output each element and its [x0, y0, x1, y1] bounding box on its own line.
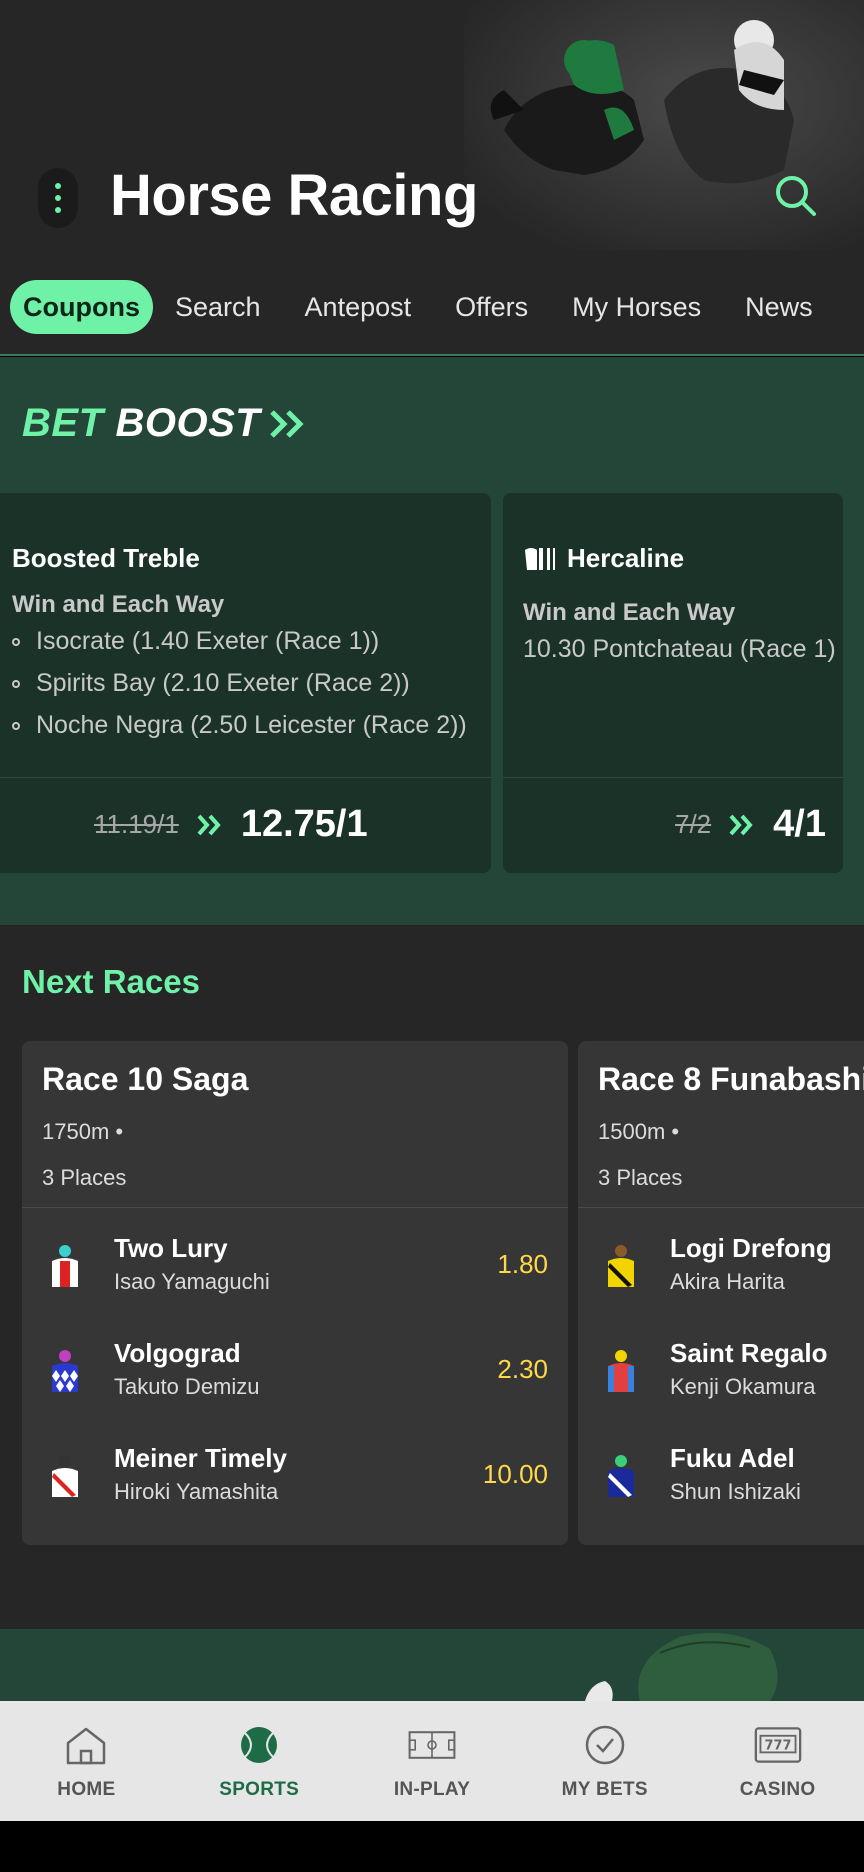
race-places: 3 Places — [42, 1165, 127, 1190]
double-chevron-icon — [197, 814, 221, 835]
slot-machine-icon: 777 — [754, 1727, 801, 1763]
jockey-silk-icon — [608, 1350, 634, 1392]
selection-line: Spirits Bay (2.10 Exeter (Race 2)) — [12, 669, 410, 698]
search-icon[interactable] — [772, 172, 820, 220]
boost-card[interactable]: Hercaline Win and Each Way 10.30 Pontcha… — [503, 493, 843, 873]
jockey-silk-icon — [52, 1455, 78, 1497]
jockey-name: Hiroki Yamashita — [114, 1479, 279, 1504]
jockey-silk-icon — [608, 1455, 634, 1497]
jockey-silk-icon — [52, 1245, 78, 1287]
double-chevron-icon — [270, 409, 304, 438]
race-name: Race 10 Saga — [42, 1061, 249, 1097]
race-name: Race 8 Funabashi — [598, 1061, 864, 1097]
horse-name: Meiner Timely — [114, 1443, 287, 1473]
svg-text:777: 777 — [764, 1739, 791, 1754]
nav-home[interactable]: HOME — [0, 1701, 173, 1821]
bet-boost-section: BET BOOST Boosted Treble Win and Each Wa… — [0, 357, 864, 925]
jockey-silk-icon — [52, 1350, 78, 1392]
promo-banner[interactable] — [0, 1629, 864, 1701]
tab-offers[interactable]: Offers — [433, 280, 550, 334]
horse-name: Saint Regalo — [670, 1338, 828, 1368]
old-price: 11.19/1 — [94, 809, 179, 839]
pitch-icon — [408, 1731, 456, 1759]
bet-boost-title: BET BOOST — [22, 401, 310, 446]
next-races-section: Next Races Race 10 Saga 1750m • 3 Places… — [0, 925, 864, 1629]
tab-my-horses[interactable]: My Horses — [550, 280, 723, 334]
divider — [0, 354, 864, 356]
boost-card[interactable]: Boosted Treble Win and Each Way Isocrate… — [0, 493, 491, 873]
jockey-name: Akira Harita — [670, 1269, 785, 1294]
race-places: 3 Places — [598, 1165, 683, 1190]
old-price: 7/2 — [675, 809, 712, 839]
tab-news[interactable]: News — [723, 280, 835, 334]
boost-price-button[interactable]: 11.19/1 12.75/1 — [94, 803, 368, 846]
page-title: Horse Racing — [110, 163, 478, 228]
double-chevron-icon — [729, 814, 753, 835]
tennis-ball-icon — [241, 1727, 278, 1763]
race-distance: 1750m • — [42, 1119, 124, 1144]
bottom-navigation: HOME SPORTS IN-PLAY MY BETS 777 CASINO — [0, 1701, 864, 1821]
nav-casino[interactable]: 777 CASINO — [691, 1701, 864, 1821]
boost-price-button[interactable]: 7/2 4/1 — [675, 803, 826, 846]
tab-coupons[interactable]: Coupons — [10, 280, 153, 334]
runner-row[interactable]: Fuku Adel Shun Ishizaki — [578, 1439, 864, 1519]
runner-row[interactable]: Volgograd Takuto Demizu 2.30 — [22, 1334, 568, 1414]
boosted-price: 4/1 — [773, 803, 826, 845]
selection-line: 10.30 Pontchateau (Race 1) — [523, 635, 836, 663]
jockey-name: Isao Yamaguchi — [114, 1269, 270, 1294]
boost-card-title: Hercaline — [523, 543, 684, 574]
runner-row[interactable]: Logi Drefong Akira Harita — [578, 1229, 864, 1309]
boost-card-title: Boosted Treble — [12, 543, 200, 573]
race-distance: 1500m • — [598, 1119, 680, 1144]
boost-card-subtitle: Win and Each Way — [523, 599, 736, 626]
system-navigation-bar — [0, 1821, 864, 1872]
nav-my-bets[interactable]: MY BETS — [518, 1701, 691, 1821]
runner-row[interactable]: Two Lury Isao Yamaguchi 1.80 — [22, 1229, 568, 1309]
selection-line: Noche Negra (2.50 Leicester (Race 2)) — [12, 711, 467, 740]
tab-search[interactable]: Search — [153, 280, 283, 334]
more-vertical-icon — [55, 183, 61, 189]
jockey-promo-image — [585, 1633, 778, 1701]
runner-row[interactable]: Meiner Timely Hiroki Yamashita 10.00 — [22, 1439, 568, 1519]
horse-name: Volgograd — [114, 1338, 241, 1368]
tab-bar: Coupons Search Antepost Offers My Horses… — [0, 280, 864, 334]
jockey-silk-icon — [525, 547, 555, 570]
check-circle-icon — [585, 1725, 625, 1765]
header: Horse Racing Coupons Search Antepost Off… — [0, 0, 864, 356]
horse-name: Fuku Adel — [670, 1443, 795, 1473]
jockey-name: Kenji Okamura — [670, 1374, 816, 1399]
nav-sports[interactable]: SPORTS — [173, 1701, 346, 1821]
jockey-name: Shun Ishizaki — [670, 1479, 801, 1504]
horse-name: Logi Drefong — [670, 1233, 832, 1263]
odds-button[interactable]: 10.00 — [483, 1459, 548, 1490]
home-icon — [67, 1727, 106, 1765]
jockey-silk-icon — [608, 1245, 634, 1287]
nav-in-play[interactable]: IN-PLAY — [346, 1701, 519, 1821]
boosted-price: 12.75/1 — [240, 803, 368, 845]
odds-button[interactable]: 1.80 — [497, 1249, 548, 1280]
section-title: Next Races — [22, 963, 200, 1000]
odds-button[interactable]: 2.30 — [497, 1354, 548, 1385]
boost-card-subtitle: Win and Each Way — [12, 591, 225, 618]
race-card[interactable]: Race 8 Funabashi 1500m • 3 Places Logi D… — [578, 1041, 864, 1545]
horse-name: Two Lury — [114, 1233, 228, 1263]
selection-line: Isocrate (1.40 Exeter (Race 1)) — [12, 627, 379, 656]
race-card[interactable]: Race 10 Saga 1750m • 3 Places Two Lury I… — [22, 1041, 568, 1545]
runner-row[interactable]: Saint Regalo Kenji Okamura — [578, 1334, 864, 1414]
jockey-name: Takuto Demizu — [114, 1374, 260, 1399]
menu-button[interactable] — [38, 168, 78, 228]
tab-antepost[interactable]: Antepost — [283, 280, 434, 334]
